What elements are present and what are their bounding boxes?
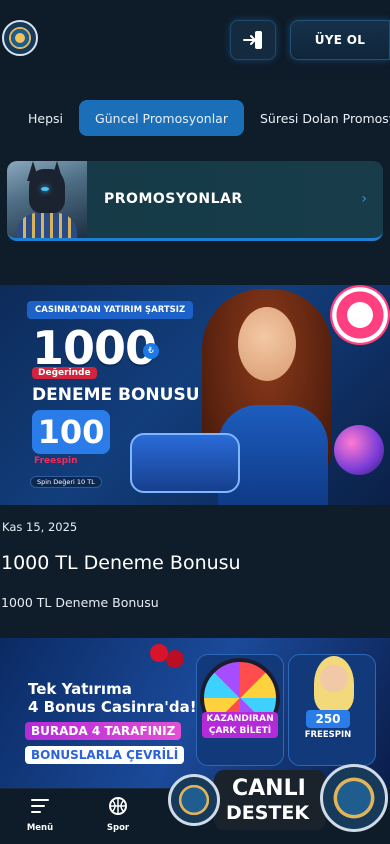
deneme-bonus-banner[interactable]: CASINRA'DAN YATIRIM ŞARTSIZ 1000 ₺ Değer… bbox=[0, 285, 390, 505]
nav-sport[interactable]: Spor bbox=[88, 795, 148, 839]
banner-tag: CASINRA'DAN YATIRIM ŞARTSIZ bbox=[27, 301, 194, 319]
tab-expired-promotions[interactable]: Süresi Dolan Promosyonlar bbox=[246, 100, 390, 136]
header: ÜYE OL bbox=[0, 0, 390, 80]
anubis-eye bbox=[41, 187, 49, 191]
cherry-icon bbox=[150, 644, 168, 662]
promo-tabs: Hepsi Güncel Promosyonlar Süresi Dolan P… bbox=[0, 100, 390, 136]
banner2-line2: 4 Bonus Casinra'da! bbox=[28, 698, 197, 716]
banner-freespin: Freespin bbox=[34, 456, 78, 466]
menu-icon bbox=[29, 795, 51, 817]
nav-sport-label: Spor bbox=[106, 823, 130, 833]
promotions-card[interactable]: PROMOSYONLAR › bbox=[7, 161, 383, 241]
anubis-thumbnail bbox=[7, 161, 87, 238]
post-date: Kas 15, 2025 bbox=[2, 520, 78, 534]
logo[interactable] bbox=[2, 20, 38, 56]
chevron-right-icon: › bbox=[361, 191, 367, 207]
freespin-label: FREESPIN bbox=[304, 730, 352, 740]
tab-all[interactable]: Hepsi bbox=[0, 100, 79, 136]
banner2-line1: Tek Yatırıma bbox=[28, 680, 132, 698]
wheel-badge-line2: ÇARK BİLETİ bbox=[208, 726, 272, 736]
basketball-icon bbox=[107, 795, 129, 817]
post-subtitle: 1000 TL Deneme Bonusu bbox=[1, 595, 159, 610]
support-medal-large-icon bbox=[320, 764, 388, 832]
nav-menu-label: Menü bbox=[26, 823, 54, 833]
promotions-title: PROMOSYONLAR bbox=[104, 191, 243, 207]
face-shape bbox=[238, 307, 296, 381]
banner-spins: 100 bbox=[32, 410, 110, 454]
banner2-pill1: BURADA 4 TARAFINIZ bbox=[25, 722, 182, 740]
live-support-line1: CANLI bbox=[232, 776, 306, 801]
lady-illustration bbox=[314, 656, 354, 712]
live-support-line2: DESTEK bbox=[226, 802, 310, 824]
banner-spin-value: Spin Değeri 10 TL bbox=[30, 476, 102, 488]
anubis-head bbox=[29, 169, 65, 213]
login-button[interactable] bbox=[230, 20, 276, 60]
banner2-pill2: BONUSLARLA ÇEVRİLİ bbox=[25, 746, 185, 764]
freespin-amount: 250 bbox=[306, 710, 350, 728]
wheel-badge-line1: KAZANDIRAN bbox=[206, 714, 274, 724]
post-title[interactable]: 1000 TL Deneme Bonusu bbox=[1, 552, 241, 574]
signup-button[interactable]: ÜYE OL bbox=[290, 20, 390, 60]
anubis-collar bbox=[17, 213, 77, 238]
banner-degerinde: Değerinde bbox=[32, 367, 97, 379]
wheel-ticket-badge: KAZANDIRAN ÇARK BİLETİ bbox=[202, 712, 278, 738]
treasure-chest-icon bbox=[130, 433, 240, 493]
live-support-button[interactable]: CANLI DESTEK bbox=[166, 748, 390, 838]
support-medal-icon bbox=[168, 774, 220, 826]
login-icon bbox=[243, 31, 262, 49]
page: { "header": { "signup_label": "ÜYE OL" }… bbox=[0, 0, 390, 844]
lira-icon: ₺ bbox=[143, 343, 159, 359]
banner-deneme: DENEME BONUSU bbox=[32, 385, 200, 405]
tab-current-promotions[interactable]: Güncel Promosyonlar bbox=[79, 100, 244, 136]
nav-menu[interactable]: Menü bbox=[10, 795, 70, 839]
